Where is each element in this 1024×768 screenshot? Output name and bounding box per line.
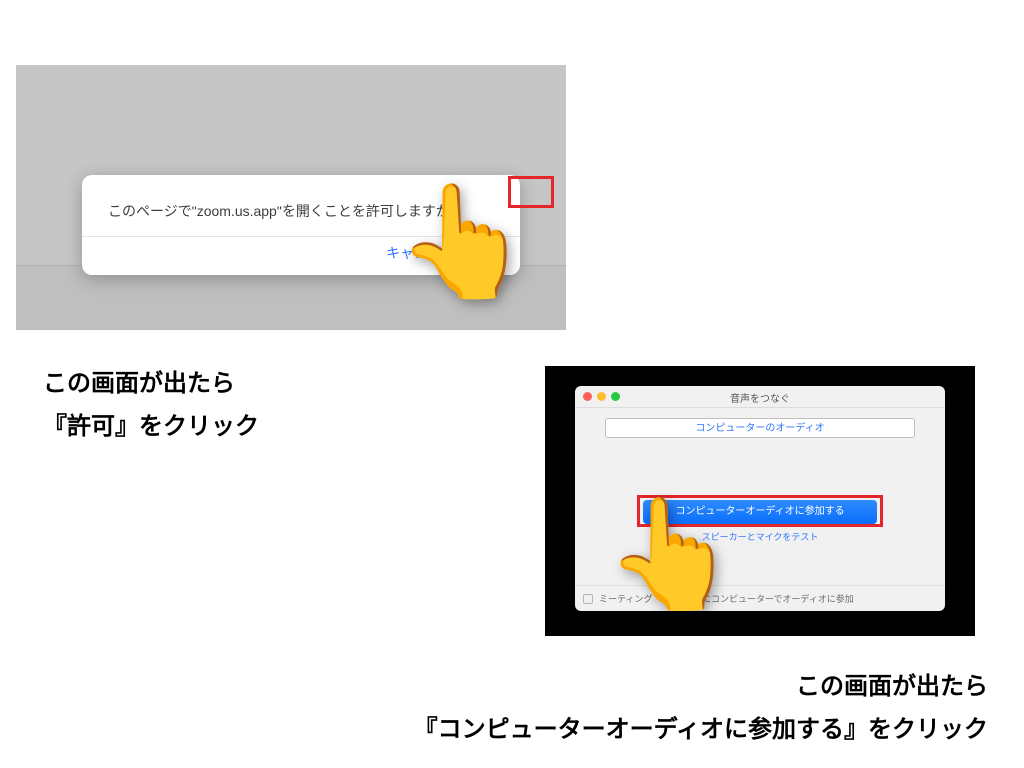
dialog-separator: [82, 236, 520, 237]
footer-label-suffix: 自動的にコンピューターでオーディオに参加: [675, 592, 854, 605]
computer-audio-tab[interactable]: コンピューターのオーディオ: [605, 418, 915, 438]
join-computer-audio-button[interactable]: コンピューターオーディオに参加する: [643, 500, 877, 524]
instruction2-line2: 『コンピューターオーディオに参加する』をクリック: [414, 716, 988, 743]
auto-join-audio-checkbox[interactable]: [583, 594, 593, 604]
window-titlebar: 音声をつなぐ: [575, 386, 945, 408]
open-app-permission-dialog: このページで"zoom.us.app"を開くことを許可しますか? キャンセル 許…: [82, 175, 520, 275]
footer-label-prefix: ミーティング: [599, 592, 652, 605]
window-title: 音声をつなぐ: [575, 390, 945, 405]
audio-window-footer: ミーティング xxxxx 自動的にコンピューターでオーディオに参加: [575, 585, 945, 611]
cancel-button[interactable]: キャンセル: [386, 243, 456, 263]
instruction-text-1: この画面が出たら 『許可』をクリック: [43, 362, 259, 448]
zoom-audio-screenshot: 音声をつなぐ コンピューターのオーディオ コンピューターオーディオに参加する ス…: [545, 366, 975, 636]
dialog-message: このページで"zoom.us.app"を開くことを許可しますか?: [108, 201, 458, 221]
browser-permission-screenshot: このページで"zoom.us.app"を開くことを許可しますか? キャンセル 許…: [16, 65, 566, 330]
instruction-text-2: この画面が出たら 『コンピューターオーディオに参加する』をクリック: [414, 665, 988, 751]
allow-button[interactable]: 許可: [476, 243, 504, 263]
instruction2-line1: この画面が出たら: [796, 673, 988, 700]
dialog-button-row: キャンセル 許可: [386, 243, 504, 263]
zoom-audio-window: 音声をつなぐ コンピューターのオーディオ コンピューターオーディオに参加する ス…: [575, 386, 945, 611]
test-speaker-mic-link[interactable]: スピーカーとマイクをテスト: [575, 530, 945, 543]
instruction1-line2: 『許可』をクリック: [43, 413, 259, 440]
instruction1-line1: この画面が出たら: [43, 370, 235, 397]
